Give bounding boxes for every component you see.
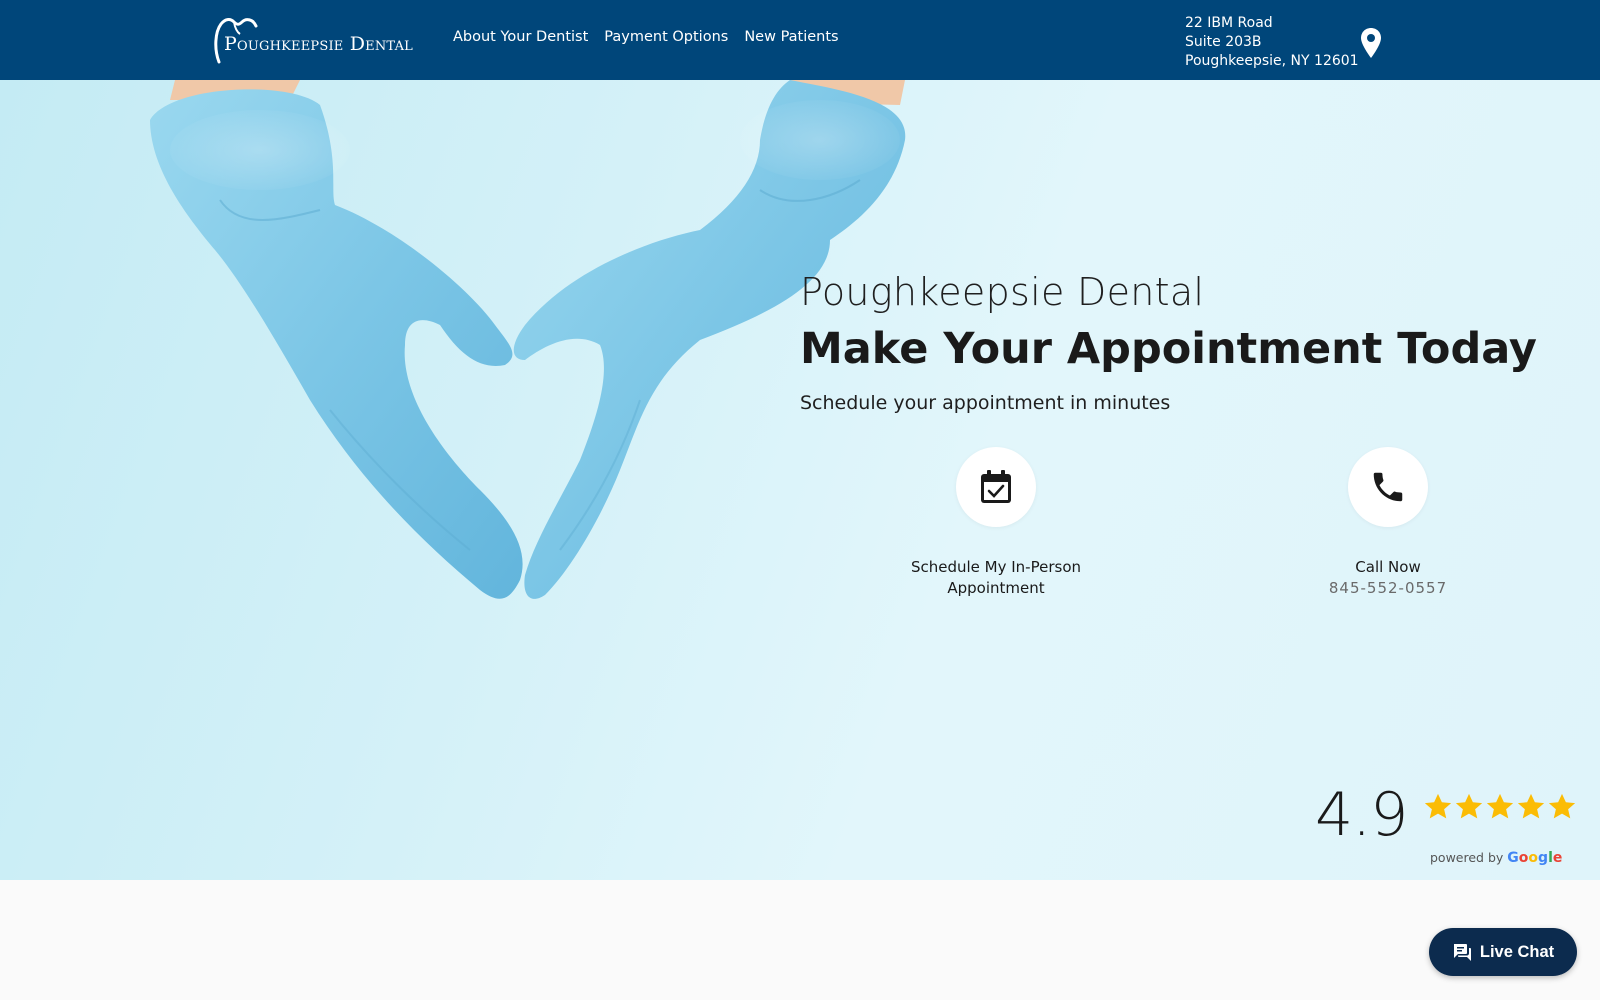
- live-chat-label: Live Chat: [1479, 942, 1555, 961]
- top-navigation-bar: Poughkeepsie Dental About Your Dentist P…: [0, 0, 1600, 80]
- star-icon: [1424, 793, 1452, 819]
- chat-bubble-icon: [1453, 944, 1471, 961]
- call-label: Call Now: [1355, 558, 1421, 576]
- google-letter-g: G: [1507, 850, 1519, 866]
- schedule-appointment-button[interactable]: Schedule My In-Person Appointment: [886, 447, 1106, 599]
- nav-new-patients[interactable]: New Patients: [744, 29, 838, 45]
- star-icon: [1548, 793, 1576, 819]
- map-pin-icon[interactable]: [1360, 27, 1382, 59]
- calendar-check-icon: [981, 470, 1011, 503]
- main-nav: About Your Dentist Payment Options New P…: [453, 29, 839, 45]
- powered-by-text: powered by: [1430, 850, 1504, 865]
- call-now-button[interactable]: Call Now 845-552-0557: [1278, 447, 1498, 599]
- star-icon: [1486, 793, 1514, 819]
- heart-gloves-image: [150, 80, 906, 599]
- hero-tagline: Schedule your appointment in minutes: [800, 392, 1171, 414]
- hero-title: Make Your Appointment Today: [800, 324, 1537, 374]
- live-chat-button[interactable]: Live Chat: [1429, 928, 1577, 976]
- google-letter-o1: o: [1518, 850, 1529, 866]
- hero-section: Poughkeepsie Dental Make Your Appointmen…: [0, 80, 1600, 880]
- powered-by-google: powered by Google: [1430, 850, 1562, 866]
- schedule-label: Schedule My In-Person Appointment: [886, 557, 1106, 599]
- site-logo[interactable]: Poughkeepsie Dental: [213, 14, 441, 66]
- schedule-label-line-1: Schedule My In-Person: [910, 558, 1082, 576]
- schedule-icon-circle: [956, 447, 1036, 527]
- phone-icon: [1373, 472, 1403, 502]
- rating-value: 4.9: [1315, 780, 1408, 850]
- address-line-1: 22 IBM Road: [1185, 15, 1273, 31]
- address-line-2: Suite 203B: [1185, 34, 1262, 50]
- office-address[interactable]: 22 IBM Road Suite 203B Poughkeepsie, NY …: [1185, 14, 1359, 71]
- call-icon-circle: [1348, 447, 1428, 527]
- nav-payment-options[interactable]: Payment Options: [604, 29, 728, 45]
- google-letter-g2: g: [1538, 850, 1549, 866]
- google-letter-o2: o: [1528, 850, 1539, 866]
- google-letter-e: e: [1552, 850, 1563, 866]
- address-line-3: Poughkeepsie, NY 12601: [1185, 53, 1359, 69]
- star-icon: [1455, 793, 1483, 819]
- star-icon: [1517, 793, 1545, 819]
- schedule-label-line-2: Appointment: [947, 579, 1045, 597]
- logo-text: Poughkeepsie Dental: [224, 33, 414, 55]
- google-wordmark: Google: [1507, 850, 1562, 866]
- nav-about-your-dentist[interactable]: About Your Dentist: [453, 29, 588, 45]
- hero-subtitle: Poughkeepsie Dental: [800, 270, 1205, 314]
- rating-stars: [1423, 792, 1577, 822]
- call-phone-number[interactable]: 845-552-0557: [1278, 578, 1498, 599]
